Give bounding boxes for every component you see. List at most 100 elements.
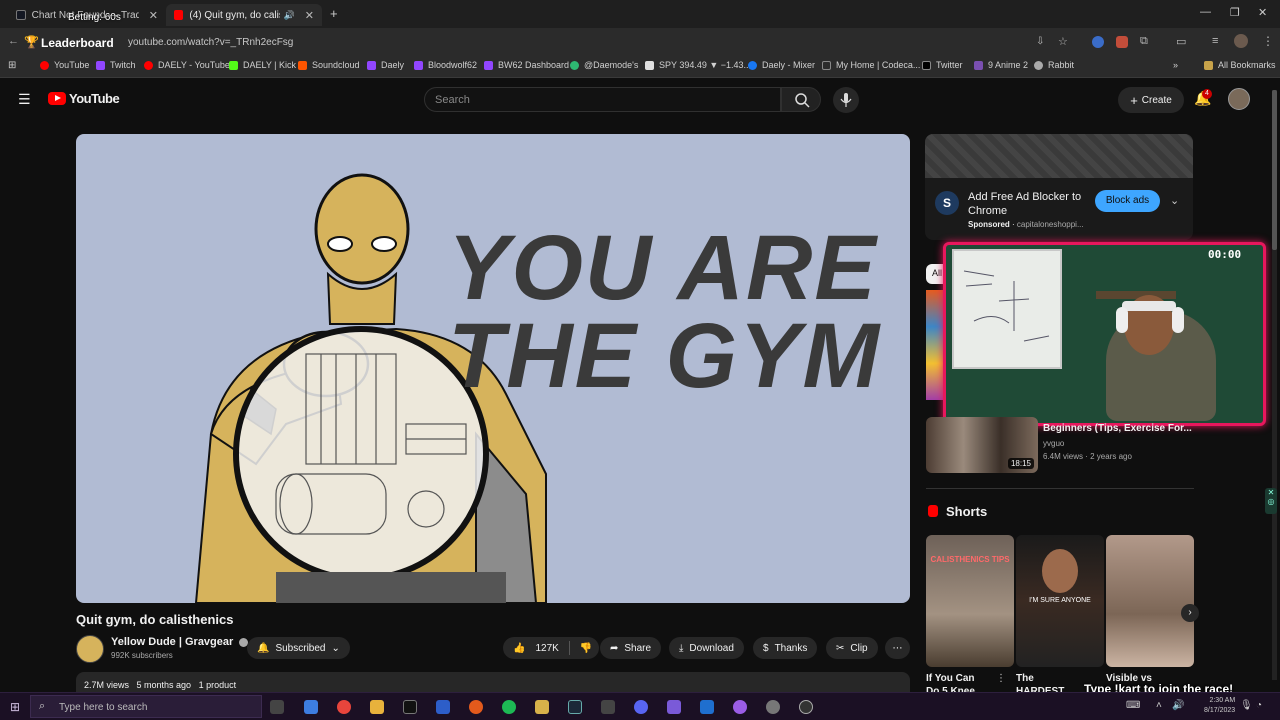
shorts-next-chevron-icon[interactable]: › [1181,604,1199,622]
bookmark-daely-mixer[interactable]: Daely - Mixer [748,60,815,70]
create-button[interactable]: + Create [1118,87,1184,113]
bookmark-rabbit[interactable]: Rabbit [1034,60,1074,70]
taskbar-app-icon[interactable] [733,700,747,714]
task-view-icon[interactable] [270,700,284,714]
bookmark-daemode[interactable]: @Daemode's [570,60,638,70]
volume-icon[interactable]: 🔊 [1172,700,1184,711]
bookmark-youtube[interactable]: YouTube [40,60,89,70]
bookmark-bw62-dashboard[interactable]: BW62 Dashboard [484,60,569,70]
bookmark-daely[interactable]: Daely [367,60,404,70]
taskbar-app-icon[interactable] [601,700,615,714]
keyboard-tray-icon[interactable]: ⌨ [1126,700,1140,711]
search-input[interactable]: Search [424,87,781,112]
side-extension-widget[interactable]: ✕ ◎ [1265,488,1277,514]
video-player[interactable]: YOU ARE THE GYM [76,134,910,603]
recommended-thumbnail-partial[interactable] [926,290,944,400]
menu-kebab-icon[interactable]: ⋮ [1262,34,1274,48]
subscribed-button[interactable]: 🔔 Subscribed ⌄ [247,637,350,659]
search-button[interactable] [781,87,821,112]
channel-avatar[interactable] [76,635,104,663]
video-description-box[interactable]: 2.7M views 5 months ago 1 product [76,672,910,694]
taskbar-app-icon[interactable] [304,700,318,714]
bookmark-twitter[interactable]: Twitter [922,60,963,70]
notification-center-icon[interactable]: ◔ [1256,700,1262,711]
discord-icon[interactable] [634,700,648,714]
voice-search-button[interactable] [833,87,859,113]
taskbar-app-icon[interactable] [667,700,681,714]
short-more-icon[interactable]: ⋮ [996,673,1006,684]
tradingview-taskbar-icon[interactable] [403,700,417,714]
taskbar-app-icon[interactable] [700,700,714,714]
youtube-icon [144,60,153,70]
account-avatar[interactable] [1228,88,1250,110]
close-tab-icon[interactable]: ✕ [149,9,158,22]
taskbar-app-icon[interactable] [799,700,813,714]
file-explorer-icon[interactable] [370,700,384,714]
profile-avatar[interactable] [1234,34,1248,48]
bookmark-soundcloud[interactable]: Soundcloud [298,60,360,70]
bookmark-twitch[interactable]: Twitch [96,60,136,70]
taskbar-app-icon[interactable] [535,700,549,714]
bookmark-star-icon[interactable]: ☆ [1058,35,1068,48]
filter-chip-all[interactable]: All [926,264,944,284]
close-tab-icon[interactable]: ✕ [305,9,314,22]
tray-chevron-up-icon[interactable]: ˄ [1156,700,1162,711]
short-thumbnail-1[interactable]: CALISTHENICS TIPS [926,535,1014,667]
bookmark-daely-kick[interactable]: DAELY | Kick [229,60,296,70]
thanks-button[interactable]: $ Thanks [753,637,818,659]
microphone-tray-icon[interactable]: 🎙 [1240,700,1253,711]
recommended-title[interactable]: Beginners (Tips, Exercise For... [1043,423,1192,434]
steam-icon[interactable] [568,700,582,714]
download-button[interactable]: ⤓ Download [669,637,744,659]
sidepanel-icon[interactable]: ▭ [1176,35,1186,48]
all-bookmarks-folder[interactable]: All Bookmarks [1204,60,1276,70]
puzzle-extensions-icon[interactable]: ⧉ [1140,35,1148,48]
chrome-icon[interactable] [337,700,351,714]
channel-name[interactable]: Yellow Dude | Gravgear [111,636,249,648]
apps-grid-icon[interactable]: ⊞ [8,60,16,71]
bookmark-codecademy[interactable]: My Home | Codeca... [822,60,920,70]
extension-icon[interactable] [1116,36,1128,48]
restore-icon[interactable]: ❐ [1230,6,1240,19]
short-thumbnail-2[interactable]: I'M SURE ANYONE [1016,535,1104,667]
bookmark-spy[interactable]: SPY 394.49 ▼ −1.43... [645,60,751,70]
thumbs-down-icon[interactable]: 👎 [580,643,592,654]
block-ads-button[interactable]: Block ads [1095,190,1160,212]
media-controls-icon[interactable]: ≡ [1212,35,1218,47]
recommended-thumbnail[interactable]: 18:15 [926,417,1038,473]
like-count[interactable]: 127K [535,643,558,654]
minimize-icon[interactable]: — [1200,6,1211,18]
taskbar-search-box[interactable]: ⌕ Type here to search [30,695,262,718]
windows-start-icon[interactable]: ⊞ [10,700,20,714]
bookmark-daely-youtube[interactable]: DAELY - YouTube [144,60,230,70]
short-thumbnail-3[interactable] [1106,535,1194,667]
recommended-channel[interactable]: yvguo [1043,439,1064,448]
youtube-logo-icon[interactable] [48,92,66,105]
sponsored-ad-card[interactable]: S Add Free Ad Blocker to Chrome Sponsore… [925,134,1193,240]
page-scrollbar[interactable] [1272,90,1277,680]
ad-expand-chevron-icon[interactable]: ⌄ [1170,194,1179,207]
back-arrow-icon[interactable]: ← [8,35,19,47]
tab-youtube-active[interactable]: (4) Quit gym, do calisthenic 🔊 ✕ [166,4,322,26]
youtube-wordmark[interactable]: YouTube [69,91,120,106]
spotify-icon[interactable] [502,700,516,714]
taskbar-app-icon[interactable] [436,700,450,714]
speaker-icon[interactable]: 🔊 [284,10,295,21]
new-tab-icon[interactable]: + [330,6,338,21]
hamburger-menu-icon[interactable]: ☰ [18,91,31,108]
share-button[interactable]: ➦ Share [600,637,662,659]
taskbar-clock[interactable]: 2:30 AM 8/17/2023 [1204,696,1235,716]
taskbar-app-icon[interactable] [469,700,483,714]
install-icon[interactable]: ⇩ [1036,36,1044,47]
bookmark-9anime[interactable]: 9 Anime 2 [974,60,1028,70]
thumbs-up-icon[interactable]: 👍 [513,643,525,654]
bookmark-bloodwolf62[interactable]: Bloodwolf62 [414,60,477,70]
close-window-icon[interactable]: ✕ [1258,6,1267,19]
more-bookmarks-icon[interactable]: » [1173,60,1178,70]
extension-icon[interactable] [1092,36,1104,48]
more-actions-button[interactable]: ⋯ [885,637,910,659]
clip-button[interactable]: ✂ Clip [826,637,878,659]
taskbar-app-icon[interactable] [766,700,780,714]
scrollbar-thumb[interactable] [1272,90,1277,250]
url-field[interactable]: youtube.com/watch?v=_TRnh2ecFsg [128,37,293,48]
